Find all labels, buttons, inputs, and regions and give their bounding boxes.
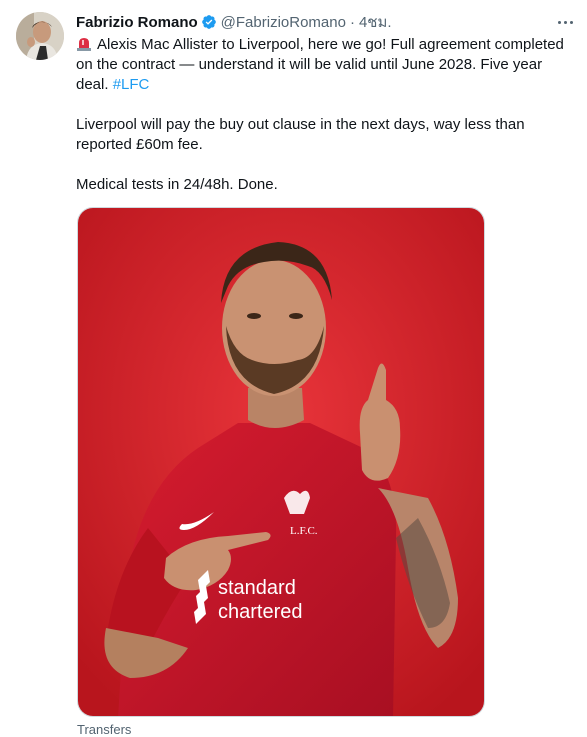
avatar[interactable] (16, 12, 64, 60)
author-handle[interactable]: @FabrizioRomano (221, 14, 346, 31)
topic-label[interactable]: Transfers (77, 722, 131, 737)
avatar-image (16, 12, 64, 60)
player-photo: L.F.C. standard chartered (78, 208, 484, 716)
tweet-paragraph-1: Alexis Mac Allister to Liverpool, here w… (76, 35, 576, 95)
sponsor-line-2: chartered (218, 601, 303, 623)
timestamp[interactable]: 4ชม. (359, 10, 392, 34)
sponsor-line-1: standard (218, 577, 296, 599)
author-name[interactable]: Fabrizio Romano (76, 14, 198, 31)
tweet-card[interactable]: Fabrizio Romano @FabrizioRomano · 4ชม. A… (0, 0, 587, 737)
tweet-header: Fabrizio Romano @FabrizioRomano · 4ชม. (76, 12, 392, 32)
separator-dot: · (349, 13, 355, 31)
tweet-media-image[interactable]: L.F.C. standard chartered (77, 207, 485, 717)
tweet-text: Alexis Mac Allister to Liverpool, here w… (76, 35, 576, 195)
crest-text: L.F.C. (290, 525, 318, 537)
tweet-paragraph-3: Medical tests in 24/48h. Done. (76, 176, 278, 193)
verified-badge-icon (201, 14, 217, 30)
more-options-icon[interactable] (553, 10, 577, 34)
hashtag-link[interactable]: #LFC (113, 76, 150, 93)
tweet-paragraph-2: Liverpool will pay the buy out clause in… (76, 116, 525, 153)
police-siren-icon (76, 35, 92, 51)
